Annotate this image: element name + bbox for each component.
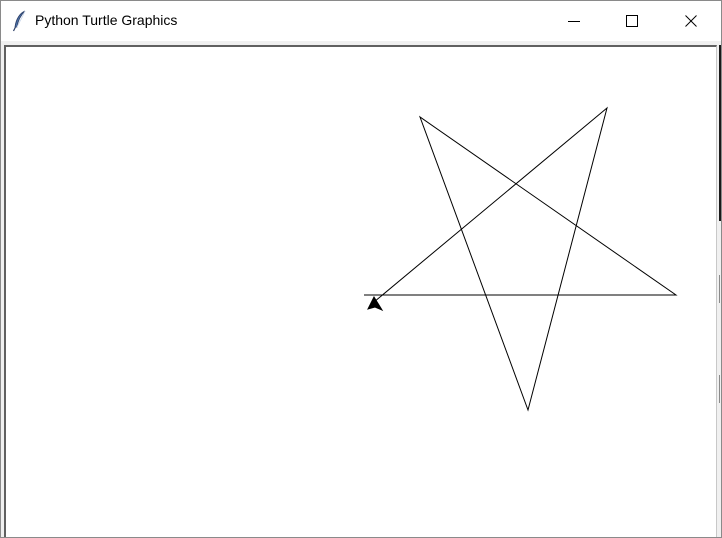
maximize-icon [626, 15, 638, 27]
drawing-area [364, 106, 678, 412]
turtle-canvas[interactable] [4, 45, 717, 537]
feather-icon [12, 10, 26, 32]
star-path [364, 106, 678, 412]
minimize-button[interactable] [545, 1, 603, 41]
scrollbar-segment [719, 375, 720, 403]
close-button[interactable] [662, 1, 720, 41]
turtle-window: Python Turtle Graphics [0, 0, 722, 538]
close-icon [685, 15, 697, 27]
scrollbar-segment [719, 275, 720, 303]
window-title: Python Turtle Graphics [35, 12, 178, 28]
maximize-button[interactable] [603, 1, 661, 41]
arrow-icon [367, 295, 384, 312]
scrollbar-edge [718, 45, 721, 537]
title-bar[interactable]: Python Turtle Graphics [1, 1, 721, 41]
scrollbar-segment [719, 45, 721, 221]
minimize-icon [568, 21, 580, 22]
